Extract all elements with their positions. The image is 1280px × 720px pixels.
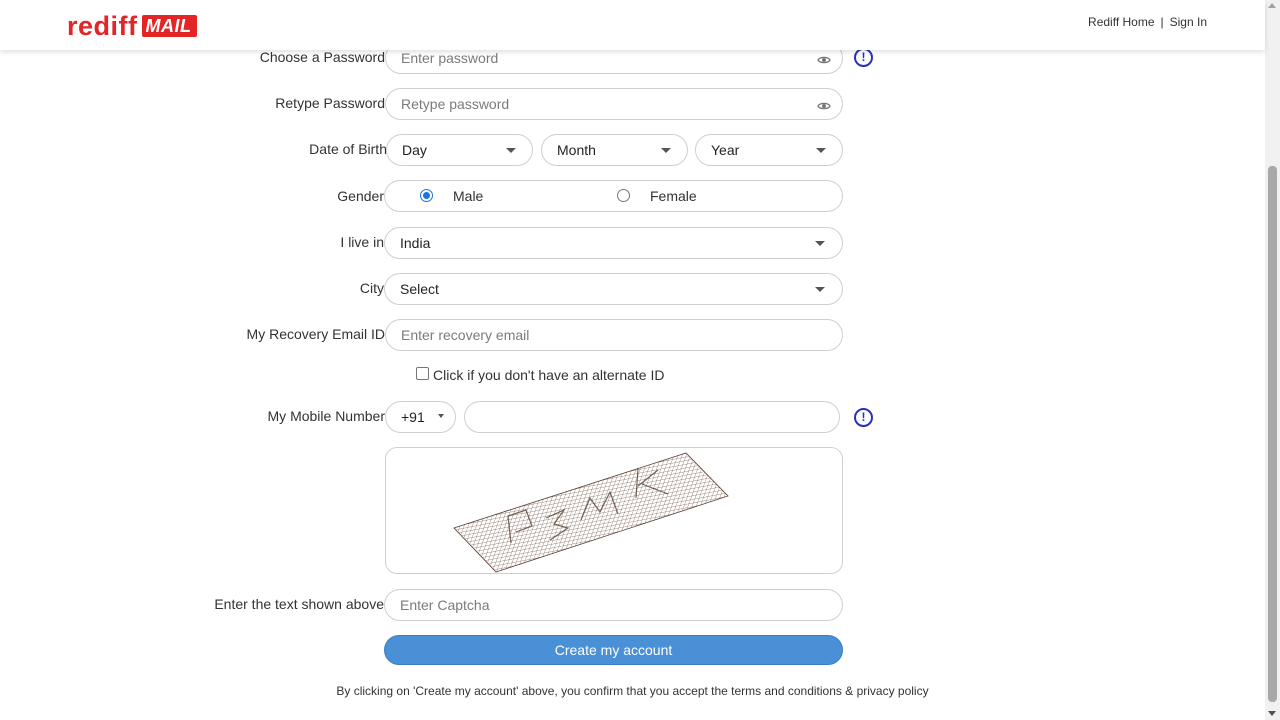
gender-group: Male Female bbox=[384, 180, 843, 212]
password-placeholder: Enter password bbox=[401, 50, 499, 66]
dob-day-select[interactable]: Day bbox=[386, 134, 533, 166]
password-label: Choose a Password bbox=[259, 49, 385, 65]
scroll-thumb[interactable] bbox=[1268, 166, 1277, 702]
dob-label: Date of Birth bbox=[309, 141, 387, 157]
country-value: India bbox=[400, 235, 431, 251]
country-select[interactable]: India bbox=[384, 227, 843, 259]
retype-password-label: Retype Password bbox=[275, 95, 385, 111]
country-code-select[interactable]: +91 bbox=[385, 401, 456, 433]
signup-page: rediff MAIL Rediff Home | Sign In Choose… bbox=[0, 0, 1280, 720]
scroll-down-arrow-icon[interactable] bbox=[1268, 711, 1276, 716]
no-alternate-id-label[interactable]: Click if you don't have an alternate ID bbox=[433, 367, 664, 383]
gender-female-label[interactable]: Female bbox=[650, 188, 697, 204]
city-select[interactable]: Select bbox=[384, 273, 843, 305]
mobile-info-icon[interactable]: ! bbox=[854, 408, 873, 427]
create-account-button[interactable]: Create my account bbox=[384, 635, 843, 665]
chevron-down-icon bbox=[815, 287, 825, 292]
link-separator: | bbox=[1160, 15, 1164, 29]
top-links: Rediff Home | Sign In bbox=[1088, 15, 1207, 29]
recovery-email-label: My Recovery Email ID bbox=[246, 326, 385, 342]
logo-rediff-text: rediff bbox=[67, 11, 138, 41]
mobile-number-input[interactable] bbox=[464, 401, 840, 433]
password-info-icon[interactable]: ! bbox=[854, 48, 873, 67]
retype-password-input[interactable]: Retype password bbox=[385, 88, 843, 120]
scroll-up-arrow-icon[interactable] bbox=[1268, 3, 1276, 8]
dob-year-select[interactable]: Year bbox=[695, 134, 843, 166]
gender-label: Gender bbox=[337, 188, 384, 204]
country-label: I live in bbox=[340, 234, 384, 250]
chevron-down-icon bbox=[661, 148, 671, 153]
chevron-down-icon bbox=[815, 241, 825, 246]
gender-male-label[interactable]: Male bbox=[453, 188, 483, 204]
city-value: Select bbox=[400, 281, 439, 297]
country-code-value: +91 bbox=[401, 409, 425, 425]
no-alternate-id-checkbox[interactable] bbox=[416, 367, 429, 380]
chevron-down-icon bbox=[506, 148, 516, 153]
sign-in-link[interactable]: Sign In bbox=[1170, 15, 1207, 29]
captcha-placeholder: Enter Captcha bbox=[400, 597, 490, 613]
retype-password-placeholder: Retype password bbox=[401, 96, 510, 112]
dob-month-value: Month bbox=[557, 142, 596, 158]
recovery-email-placeholder: Enter recovery email bbox=[401, 327, 530, 343]
chevron-down-icon bbox=[816, 148, 826, 153]
captcha-image bbox=[453, 452, 729, 573]
captcha-label: Enter the text shown above bbox=[214, 596, 384, 612]
captcha-image-box bbox=[385, 447, 843, 574]
logo-mail-badge: MAIL bbox=[141, 15, 197, 37]
dob-year-value: Year bbox=[711, 142, 740, 158]
page-scrollbar[interactable] bbox=[1265, 0, 1280, 720]
dob-month-select[interactable]: Month bbox=[541, 134, 688, 166]
rediff-home-link[interactable]: Rediff Home bbox=[1088, 15, 1154, 29]
show-retype-password-eye-icon[interactable] bbox=[817, 98, 831, 114]
top-header: rediff MAIL Rediff Home | Sign In bbox=[0, 0, 1265, 50]
recovery-email-input[interactable]: Enter recovery email bbox=[385, 319, 843, 351]
show-password-eye-icon[interactable] bbox=[817, 52, 831, 68]
rediffmail-logo[interactable]: rediff MAIL bbox=[67, 12, 197, 40]
dob-day-value: Day bbox=[402, 142, 427, 158]
gender-male-radio[interactable] bbox=[420, 189, 433, 202]
gender-female-radio[interactable] bbox=[617, 189, 630, 202]
city-label: City bbox=[359, 280, 384, 296]
terms-text: By clicking on 'Create my account' above… bbox=[336, 684, 929, 698]
mobile-label: My Mobile Number bbox=[267, 408, 385, 424]
chevron-down-icon bbox=[438, 414, 444, 418]
captcha-input[interactable]: Enter Captcha bbox=[384, 589, 843, 621]
